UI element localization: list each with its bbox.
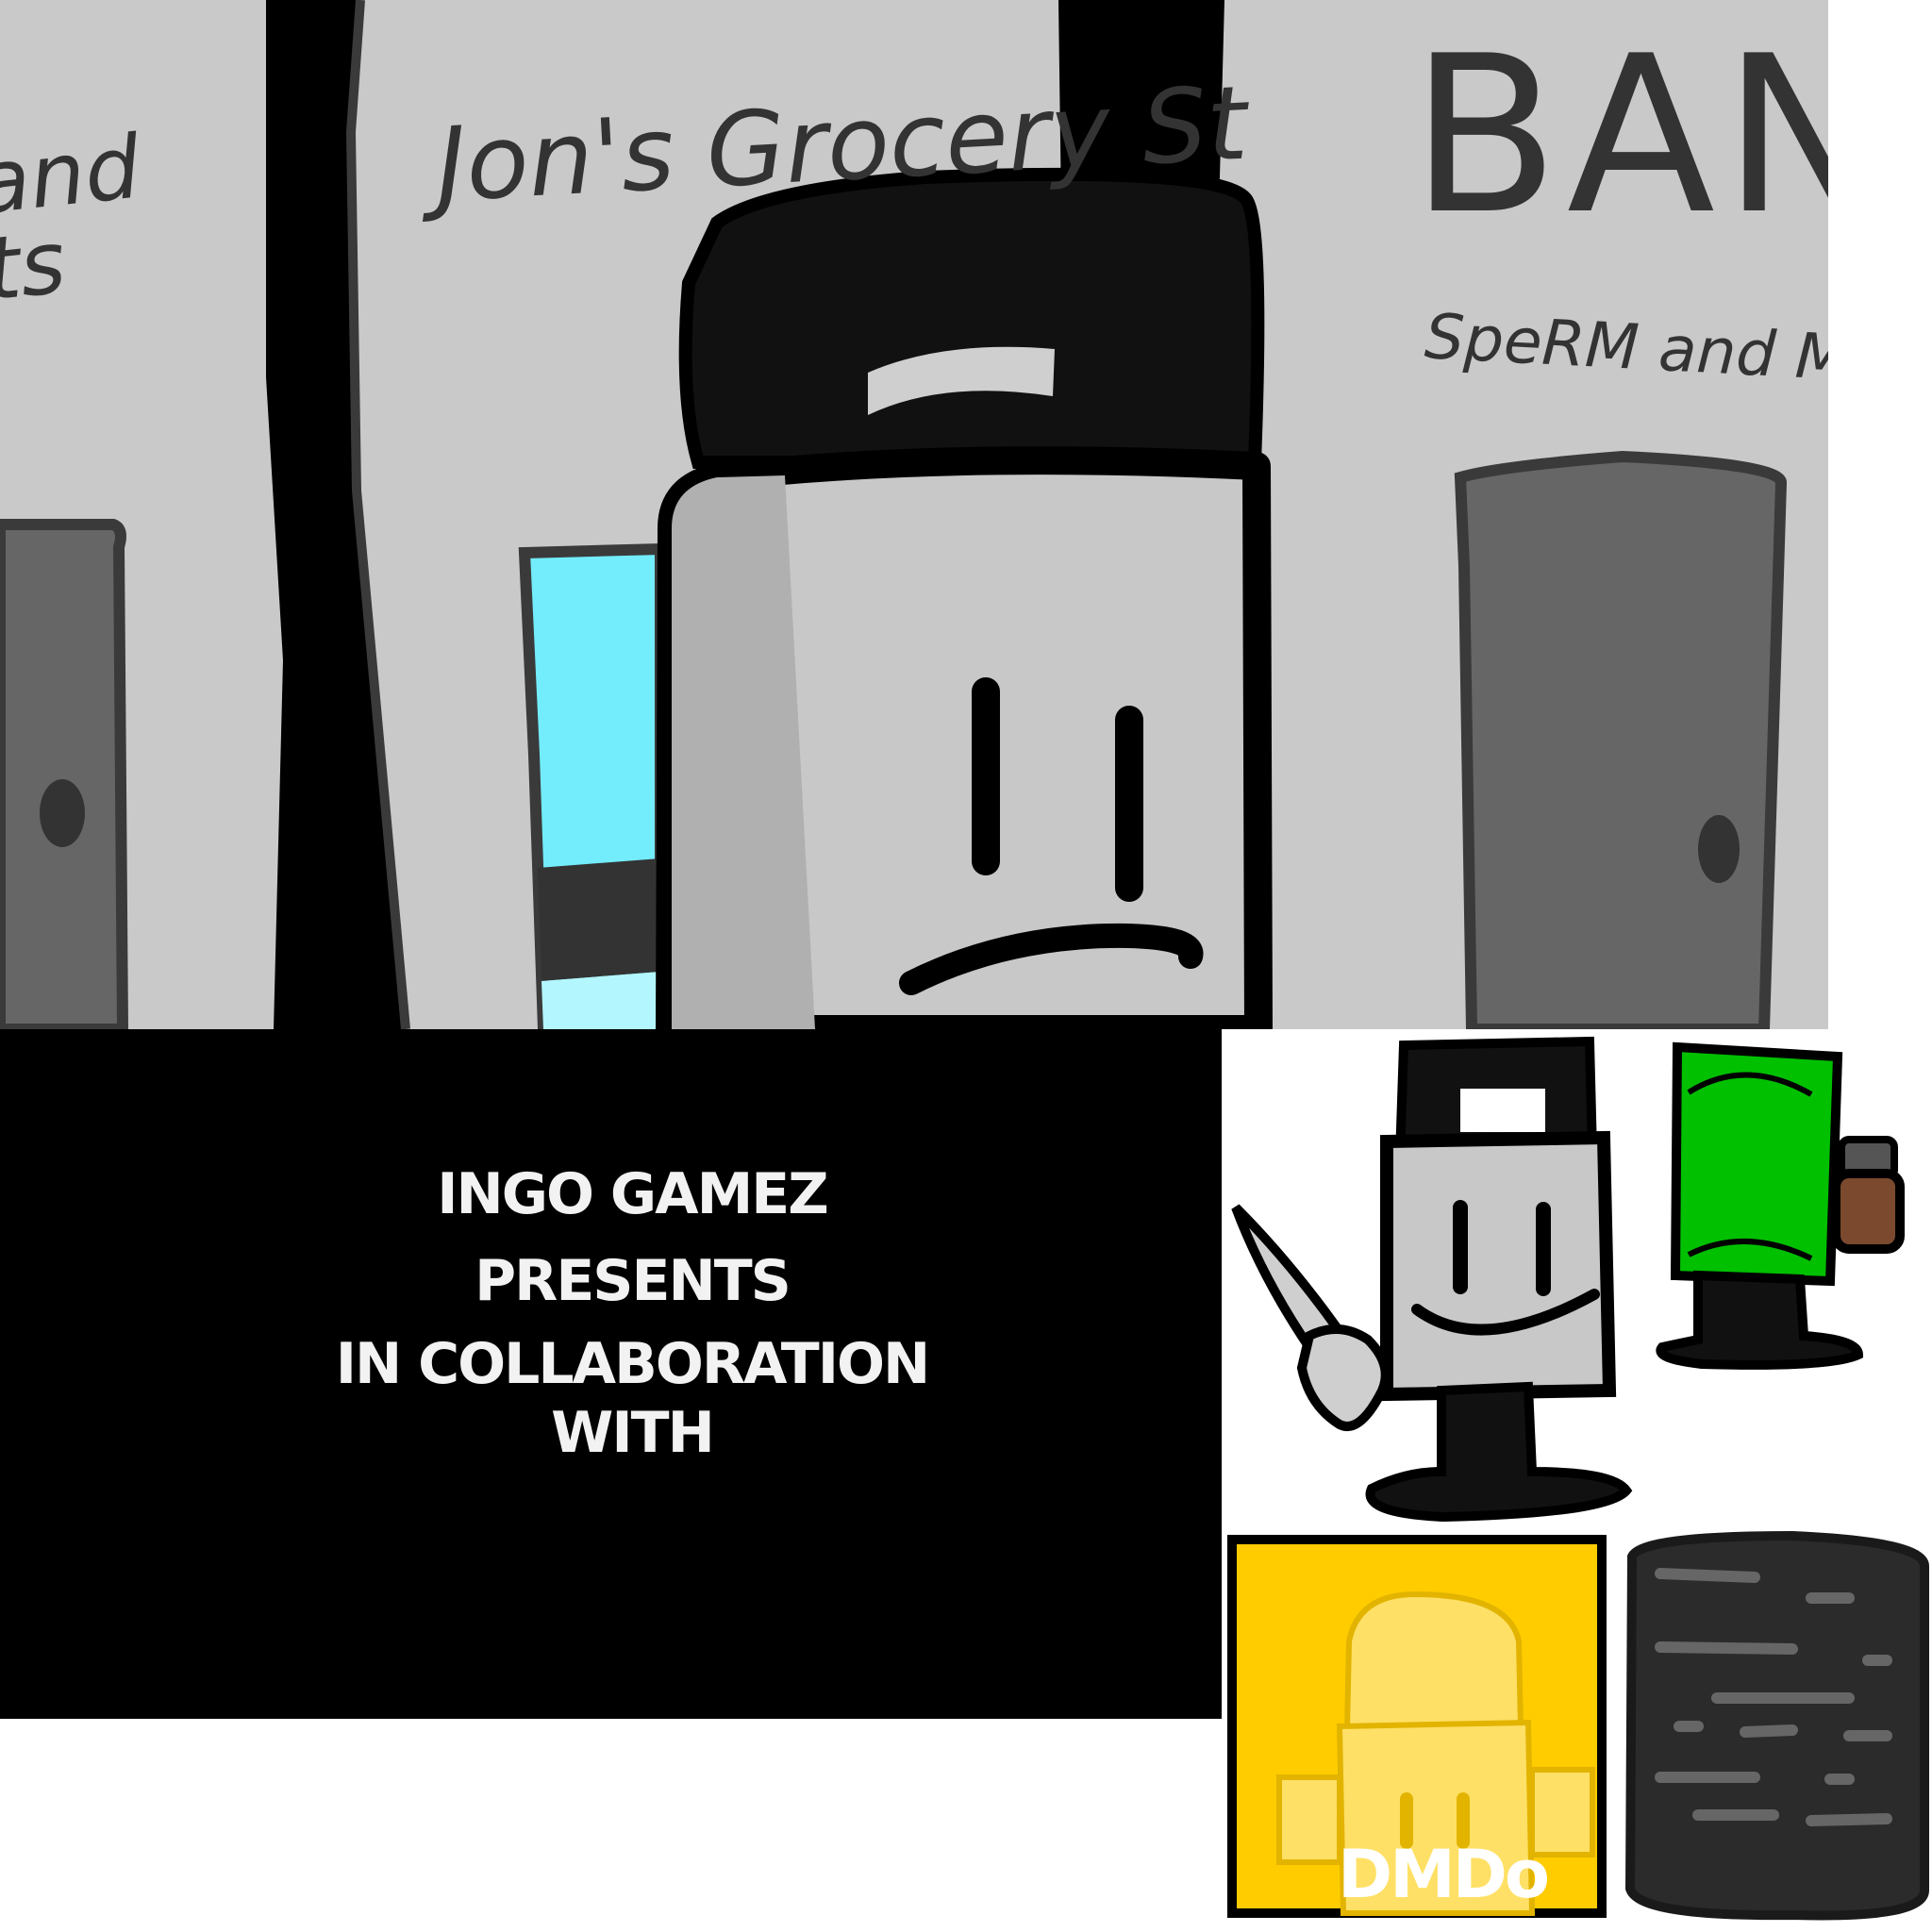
sprite-sheet bbox=[1222, 1029, 1932, 1932]
store-sign-left: and ts bbox=[0, 116, 145, 321]
sprite-body bbox=[1380, 1130, 1617, 1402]
door-knob bbox=[40, 779, 85, 847]
logo-hat bbox=[1343, 1591, 1524, 1734]
game-scene: and ts Jon's Grocery St BANK SpeRM and M… bbox=[0, 0, 1828, 1029]
sprite-hat-handle bbox=[1460, 1089, 1545, 1132]
intro-line: PRESENTS bbox=[475, 1248, 791, 1314]
intro-line: INGO GAMEZ bbox=[437, 1161, 829, 1227]
sprite-sheet-art bbox=[1227, 1036, 1929, 1921]
door-left[interactable] bbox=[0, 519, 129, 1029]
store-window bbox=[518, 542, 666, 1029]
intro-title-card: INGO GAMEZ PRESENTS IN COLLABORATION WIT… bbox=[0, 1029, 1222, 1719]
character-eye-left bbox=[972, 677, 1000, 875]
sprite-eye bbox=[1536, 1202, 1551, 1296]
bank-door[interactable] bbox=[1454, 450, 1787, 1029]
green-body bbox=[1670, 1041, 1843, 1287]
character-hat bbox=[678, 167, 1265, 469]
pillar-left bbox=[266, 0, 406, 1029]
knife-character-sprite bbox=[1231, 1036, 1633, 1523]
sprite-legs bbox=[1365, 1381, 1633, 1523]
green-legs bbox=[1656, 1270, 1864, 1370]
intro-line: WITH bbox=[551, 1400, 715, 1466]
character-eye-right bbox=[1115, 706, 1143, 902]
door-knob bbox=[1698, 815, 1740, 883]
sprite-hand bbox=[1296, 1324, 1391, 1431]
logo-label: DMDo bbox=[1338, 1836, 1550, 1913]
bank-sign-title: BANK bbox=[1410, 10, 1828, 262]
rock-tile bbox=[1624, 1530, 1929, 1921]
sprite-eye bbox=[1453, 1200, 1468, 1294]
main-character bbox=[656, 167, 1273, 1029]
green-character-sprite bbox=[1656, 1041, 1905, 1370]
intro-line: IN COLLABORATION bbox=[335, 1331, 931, 1397]
item-bottle-body bbox=[1831, 1169, 1905, 1254]
